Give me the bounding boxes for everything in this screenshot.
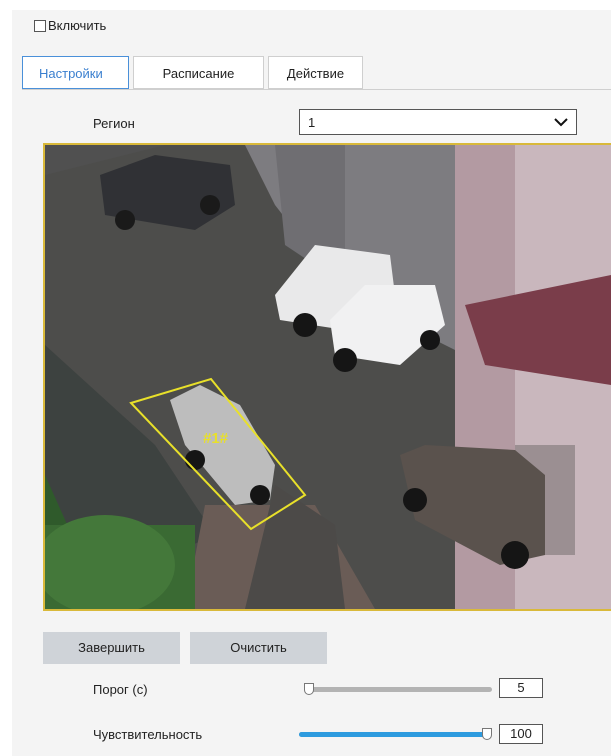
enable-label: Включить	[48, 18, 107, 33]
region-marker-label: #1#	[203, 430, 229, 447]
region-select-value: 1	[308, 114, 316, 130]
threshold-input[interactable]: 5	[499, 678, 543, 698]
region-label: Регион	[93, 116, 135, 131]
chevron-down-icon	[554, 118, 568, 127]
clear-button[interactable]: Очистить	[190, 632, 327, 664]
sensitivity-slider-fill	[299, 732, 487, 737]
tab-bar: Настройки Расписание Действие	[22, 56, 363, 90]
tab-schedule[interactable]: Расписание	[133, 56, 264, 89]
sensitivity-label: Чувствительность	[93, 727, 203, 742]
threshold-slider-track[interactable]	[304, 687, 492, 692]
finish-button[interactable]: Завершить	[43, 632, 180, 664]
sensitivity-input[interactable]: 100	[499, 724, 543, 744]
region-select[interactable]: 1	[299, 109, 577, 135]
enable-checkbox[interactable]	[34, 19, 46, 32]
threshold-label: Порог (с)	[93, 682, 148, 697]
camera-preview[interactable]: #1#	[43, 143, 611, 611]
camera-scene: #1#	[45, 145, 611, 609]
tab-action[interactable]: Действие	[268, 56, 363, 89]
tab-settings[interactable]: Настройки	[22, 56, 129, 89]
tab-divider	[22, 89, 611, 90]
sensitivity-slider-thumb[interactable]	[482, 728, 492, 740]
threshold-slider-thumb[interactable]	[304, 683, 314, 695]
enable-checkbox-row[interactable]: Включить	[34, 18, 106, 33]
